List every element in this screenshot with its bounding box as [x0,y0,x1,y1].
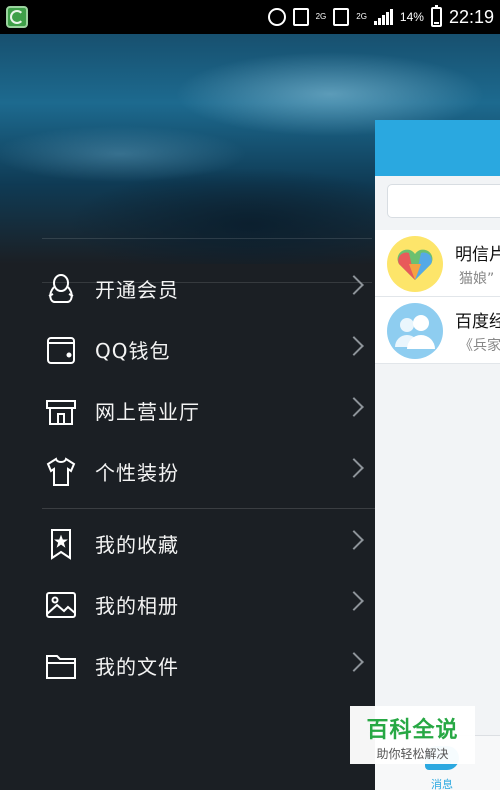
watermark-logo: 百科全说 助你轻松解决 [350,706,475,764]
picture-icon [42,586,80,624]
network-type-label: 2G [315,12,327,21]
heart-avatar-icon [387,236,443,292]
chevron-right-icon [344,397,364,417]
app-notification-icon [6,6,28,28]
conversation-title: 明信片 [455,245,500,265]
chevron-right-icon [344,591,364,611]
menu-item-personalize[interactable]: 个性装扮 [0,441,375,502]
phone-vibrate-icon [292,8,309,26]
conversation-item[interactable]: 明信片 猫娘” [375,230,500,297]
main-titlebar [375,120,500,176]
menu-item-favorites[interactable]: 我的收藏 [0,513,375,574]
menu-item-files[interactable]: 我的文件 [0,635,375,696]
watermark-subtitle: 助你轻松解决 [376,747,449,761]
chevron-right-icon [344,458,364,478]
battery-percent: 14% [399,10,424,24]
tab-messages-label: 消息 [431,778,453,790]
menu-item-online-store[interactable]: 网上营业厅 [0,380,375,441]
side-drawer-menu: 开通会员 QQ钱包 网上营业厅 个性装扮 我的收藏 我的相册 我的文件 [0,258,375,696]
watermark-title: 百科全说 [366,718,459,743]
signal-strength-icon [373,9,393,25]
conversation-item[interactable]: 百度经 《兵家 [375,297,500,364]
group-avatar-icon [387,303,443,359]
search-input[interactable] [387,184,500,218]
chevron-right-icon [344,530,364,550]
menu-item-label: QQ钱包 [95,339,171,363]
menu-item-albums[interactable]: 我的相册 [0,574,375,635]
data-type-label: 2G [356,12,367,21]
penguin-icon [42,270,80,308]
menu-item-membership[interactable]: 开通会员 [0,258,375,319]
tshirt-icon [42,453,80,491]
wallet-icon [42,331,80,369]
main-panel[interactable]: 明信片 猫娘” 百度经 《兵家 消息 [375,120,500,790]
menu-item-label: 开通会员 [95,278,179,302]
menu-divider [42,508,375,509]
alarm-icon [267,8,286,26]
chevron-right-icon [344,652,364,672]
menu-item-label: 个性装扮 [95,461,179,485]
chevron-right-icon [344,336,364,356]
status-bar: 2G 2G 14% 22:19 [0,0,500,34]
chevron-right-icon [344,275,364,295]
menu-item-label: 网上营业厅 [95,400,200,424]
conversation-title: 百度经 [455,312,500,332]
conversation-preview: 《兵家 [459,338,500,354]
store-icon [42,392,80,430]
menu-item-label: 我的收藏 [95,533,179,557]
conversation-preview: 猫娘” [459,271,495,287]
menu-item-label: 我的相册 [95,594,179,618]
divider [42,238,372,239]
folder-icon [42,647,80,685]
bookmark-star-icon [42,525,80,563]
sim-icon [333,8,350,26]
battery-icon [430,5,442,27]
clock: 22:19 [448,6,494,27]
menu-item-label: 我的文件 [95,655,179,679]
menu-item-wallet[interactable]: QQ钱包 [0,319,375,380]
